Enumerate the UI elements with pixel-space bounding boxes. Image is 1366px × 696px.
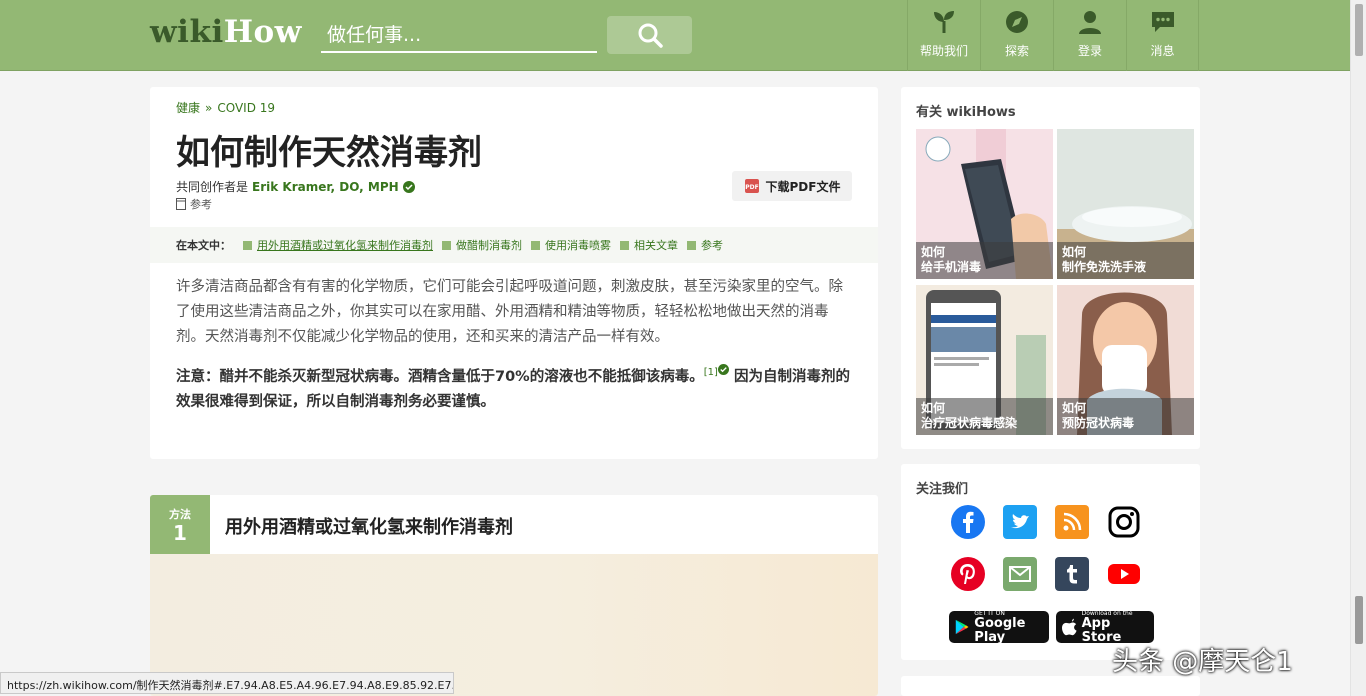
toc-item[interactable]: 用外用酒精或过氧化氢来制作消毒剂 [243,237,433,253]
related-heading: 有关 wikiHows [916,105,1016,120]
article-card: 健康» COVID 19 如何制作天然消毒剂 共同创作者是 Erik Kramer… [150,87,878,459]
user-icon [1079,11,1101,34]
pdf-icon: PDF [744,179,759,193]
toc-item[interactable]: 参考 [687,237,723,253]
intro-paragraph: 许多清洁商品都含有有害的化学物质，它们可能会引起呼吸道问题，刺激皮肤，甚至污染家… [176,279,843,345]
twitter-icon[interactable] [1003,505,1037,539]
nav-help-us[interactable]: 帮助我们 [907,0,980,71]
watermark-overlay: 头条 @摩天仑1 [1112,647,1293,677]
facebook-icon[interactable] [951,505,985,539]
related-item[interactable]: 如何 治疗冠状病毒感染 [916,285,1053,435]
app-store-button[interactable]: Download on the App Store [1056,610,1154,644]
citation-link[interactable]: [1] [704,367,718,378]
page-scrollbar[interactable] [1350,0,1366,696]
coauthor-line: 共同创作者是 Erik Kramer, DO, MPH [176,178,415,195]
verified-icon [717,363,729,375]
top-header: wikiHow 帮助我们 探索 登录 消息 [0,0,1350,71]
tumblr-icon[interactable] [1055,557,1089,591]
google-play-icon [955,619,969,635]
verified-icon [402,180,415,193]
rss-icon[interactable] [1055,505,1089,539]
related-item[interactable]: 如何 给手机消毒 [916,129,1053,279]
nav-login[interactable]: 登录 [1053,0,1126,71]
search-icon [638,23,663,48]
nav-messages[interactable]: 消息 [1126,0,1199,71]
instagram-icon[interactable] [1107,505,1141,539]
references-link[interactable]: 参考 [176,196,212,212]
link-status-bar: https://zh.wikihow.com/制作天然消毒剂#.E7.94.A8… [0,672,454,694]
coauthor-link[interactable]: Erik Kramer, DO, MPH [252,180,399,194]
page-title: 如何制作天然消毒剂 [176,133,482,173]
breadcrumb: 健康» COVID 19 [176,101,276,115]
toc-item[interactable]: 做醋制消毒剂 [442,237,522,253]
youtube-icon[interactable] [1107,557,1141,591]
search-input[interactable] [321,19,597,53]
nav-explore[interactable]: 探索 [980,0,1053,71]
pinterest-icon[interactable] [951,557,985,591]
document-icon [176,198,186,210]
sprout-icon [934,11,954,33]
breadcrumb-link-health[interactable]: 健康 [176,101,200,115]
toc-item[interactable]: 相关文章 [620,237,678,253]
google-play-button[interactable]: GET IT ON Google Play [949,610,1049,644]
apple-icon [1062,618,1077,636]
follow-us: 关注我们 GET IT ON Google Play Download on t… [901,464,1200,660]
chat-icon [1151,12,1174,32]
table-of-contents: 在本文中： 用外用酒精或过氧化氢来制作消毒剂 做醋制消毒剂 使用消毒喷雾 相关文… [150,227,878,263]
related-item[interactable]: 如何 预防冠状病毒 [1057,285,1194,435]
svg-text:PDF: PDF [745,184,758,191]
scrollbar-marker [1355,596,1363,644]
follow-heading: 关注我们 [916,482,969,497]
toc-item[interactable]: 使用消毒喷雾 [531,237,611,253]
download-pdf-button[interactable]: PDF 下载PDF文件 [732,171,852,201]
header-nav: 帮助我们 探索 登录 消息 [907,0,1199,71]
method-title: 用外用酒精或过氧化氢来制作消毒剂 [225,517,513,538]
compass-icon [1006,11,1028,33]
breadcrumb-link-covid[interactable]: COVID 19 [217,101,275,115]
wikihow-logo[interactable]: wikiHow [150,14,302,50]
email-icon[interactable] [1003,557,1037,591]
method-section: 方法 1 用外用酒精或过氧化氢来制作消毒剂 [150,495,878,696]
related-item[interactable]: 如何 制作免洗洗手液 [1057,129,1194,279]
search-button[interactable] [607,16,692,54]
warning-note: 注意：醋并不能杀灭新型冠状病毒。酒精含量低于70%的溶液也不能抵御该病毒。[1]… [176,360,854,415]
related-wikihows: 有关 wikiHows 如何 给手机消毒 如何 制作免洗洗手液 如何 治疗冠状病… [901,87,1200,449]
scrollbar-thumb[interactable] [1355,4,1363,56]
sidebar-next-card [901,676,1200,696]
method-badge: 方法 1 [150,495,210,554]
